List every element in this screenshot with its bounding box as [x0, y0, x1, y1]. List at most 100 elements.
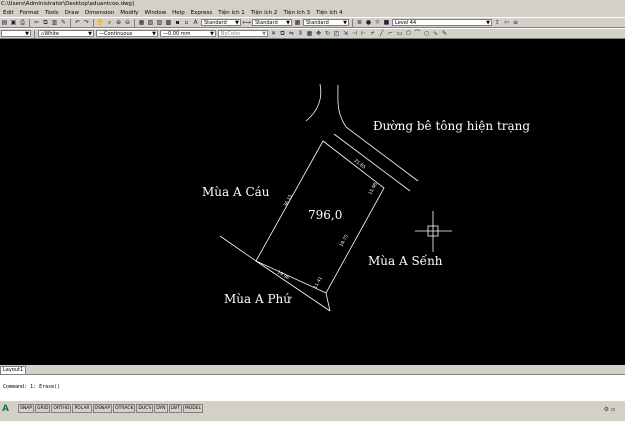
- drawing-canvas[interactable]: 21.65 15.98 19.75 36.15 19.96 11.41 Đườn…: [0, 39, 625, 365]
- menu-item[interactable]: Tiện ích 3: [280, 10, 313, 16]
- status-toggle-ducs[interactable]: DUCS: [136, 404, 154, 413]
- match-properties-icon[interactable]: ✎: [60, 19, 67, 26]
- menu-item[interactable]: Draw: [62, 10, 82, 16]
- autocad-logo-icon: A: [2, 404, 9, 414]
- text-style-icon: A: [193, 19, 198, 26]
- design-center-icon[interactable]: ▧: [147, 19, 154, 26]
- array-icon[interactable]: ▦: [306, 30, 313, 37]
- status-toggle-osnap[interactable]: OSNAP: [92, 404, 113, 413]
- layer-previous-icon[interactable]: ⇦: [503, 19, 510, 26]
- break-icon[interactable]: ⌿: [369, 30, 376, 37]
- menu-item[interactable]: Dimension: [82, 10, 117, 16]
- linetype-value: Continuous: [104, 30, 133, 37]
- pencil-icon[interactable]: ✎: [441, 30, 448, 37]
- polygon-icon[interactable]: ⬠: [405, 30, 412, 37]
- properties-icon[interactable]: ▦: [138, 19, 145, 26]
- dim-style-select[interactable]: Standard ▼: [252, 19, 292, 26]
- make-current-layer-icon[interactable]: ⇪: [494, 19, 501, 26]
- boundary-extension-left: [219, 235, 257, 262]
- polyline-icon[interactable]: ⌐: [387, 30, 394, 37]
- cut-icon[interactable]: ✂: [33, 19, 40, 26]
- command-input[interactable]: [0, 391, 625, 399]
- trim-icon[interactable]: ⊣: [351, 30, 358, 37]
- properties-toolbar: ▼ ▫ White ▼ — Continuous ▼ — 0.00 mm ▼ ByCo…: [0, 28, 625, 39]
- dim-left-text: 36.15: [282, 194, 293, 208]
- erase-icon[interactable]: ✕: [270, 30, 277, 37]
- calculator-icon[interactable]: ▫: [183, 19, 190, 26]
- dim-right-upper-text: 15.98: [367, 182, 378, 196]
- chevron-down-icon: ▼: [88, 31, 92, 37]
- rotate-icon[interactable]: ↻: [324, 30, 331, 37]
- status-toggle-otrack[interactable]: OTRACK: [113, 404, 136, 413]
- undo-icon[interactable]: ↶: [74, 19, 81, 26]
- layer-value: Level 44: [395, 19, 417, 26]
- status-toggle-model[interactable]: MODEL: [182, 404, 204, 413]
- status-toggle-snap[interactable]: SNAP: [18, 404, 35, 413]
- plotstyle-select[interactable]: ByColor ▼: [218, 30, 268, 37]
- tool-palettes-icon[interactable]: ▨: [156, 19, 163, 26]
- move-icon[interactable]: ✥: [315, 30, 322, 37]
- lineweight-value: 0.00 mm: [168, 30, 191, 37]
- separator: [134, 18, 135, 27]
- drawing-svg: 21.65 15.98 19.75 36.15 19.96 11.41 Đườn…: [202, 83, 530, 312]
- paste-icon[interactable]: ▥: [51, 19, 58, 26]
- offset-icon[interactable]: ⫴: [297, 30, 304, 37]
- chevron-down-icon: ▼: [152, 31, 156, 37]
- lineweight-select[interactable]: — 0.00 mm ▼: [160, 30, 216, 37]
- extend-icon[interactable]: ⊢: [360, 30, 367, 37]
- stretch-icon[interactable]: ⇲: [342, 30, 349, 37]
- layout-tabs: Layout1: [0, 365, 625, 375]
- menu-item[interactable]: Edit: [0, 10, 17, 16]
- linetype-select[interactable]: — Continuous ▼: [96, 30, 158, 37]
- open-icon[interactable]: ▤: [1, 19, 8, 26]
- menu-item[interactable]: Help: [169, 10, 188, 16]
- menu-item[interactable]: Tiện ích 4: [313, 10, 346, 16]
- status-toggle-polar[interactable]: POLAR: [72, 404, 92, 413]
- markup-icon[interactable]: ▪: [174, 19, 181, 26]
- status-toggle-ortho[interactable]: ORTHO: [51, 404, 72, 413]
- mirror-icon[interactable]: ⇋: [288, 30, 295, 37]
- circle-icon[interactable]: ○: [423, 30, 430, 37]
- arc-icon[interactable]: ⌒: [414, 30, 421, 37]
- spline-icon[interactable]: ∿: [432, 30, 439, 37]
- table-style-select[interactable]: Standard ▼: [303, 19, 349, 26]
- menu-item[interactable]: Tools: [42, 10, 62, 16]
- text-style-select[interactable]: Standard ▼: [201, 19, 241, 26]
- zoom-previous-icon[interactable]: ⊖: [124, 19, 131, 26]
- menu-item[interactable]: Tiện ích 1: [215, 10, 248, 16]
- status-toggle-dyn[interactable]: DYN: [154, 404, 168, 413]
- tray-icon[interactable]: ⚙ ▫: [604, 406, 615, 413]
- status-toggle-lwt[interactable]: LWT: [168, 404, 182, 413]
- left-select[interactable]: ▼: [1, 30, 31, 37]
- scale-icon[interactable]: ◰: [333, 30, 340, 37]
- road-curve-left: [305, 83, 322, 122]
- neighbor-east-label: Mùa A Sếnh: [368, 253, 443, 268]
- status-toggle-grid[interactable]: GRID: [35, 404, 51, 413]
- rectangle-icon[interactable]: ▭: [396, 30, 403, 37]
- chevron-down-icon: ▼: [25, 31, 29, 37]
- layer-properties-icon[interactable]: ≣: [356, 19, 363, 26]
- menu-item[interactable]: Format: [17, 10, 42, 16]
- save-icon[interactable]: ▣: [10, 19, 17, 26]
- layer-select[interactable]: Level 44 ▼: [392, 19, 492, 26]
- line-icon[interactable]: ╱: [378, 30, 385, 37]
- zoom-window-icon[interactable]: ⊕: [115, 19, 122, 26]
- chevron-down-icon: ▼: [210, 31, 214, 37]
- redo-icon[interactable]: ↷: [83, 19, 90, 26]
- pan-icon[interactable]: ✋: [97, 19, 104, 26]
- copy-object-icon[interactable]: ⧉: [279, 30, 286, 37]
- menu-item[interactable]: Tiện ích 2: [248, 10, 281, 16]
- copy-icon[interactable]: ⧉: [42, 19, 49, 26]
- sheet-set-icon[interactable]: ▩: [165, 19, 172, 26]
- zoom-realtime-icon[interactable]: ⌕: [106, 19, 113, 26]
- layer-states-icon[interactable]: ≡: [512, 19, 519, 26]
- command-line[interactable]: Command: 1: Erase(): [0, 374, 625, 401]
- color-select[interactable]: ▫ White ▼: [38, 30, 94, 37]
- dim-top-text: 21.65: [353, 158, 367, 171]
- menu-item[interactable]: Window: [141, 10, 169, 16]
- chevron-down-icon: ▼: [286, 20, 290, 26]
- command-history-line: [0, 375, 625, 383]
- menu-item[interactable]: Modify: [117, 10, 141, 16]
- menu-item[interactable]: Express: [188, 10, 215, 16]
- print-icon[interactable]: ⎙: [19, 19, 26, 26]
